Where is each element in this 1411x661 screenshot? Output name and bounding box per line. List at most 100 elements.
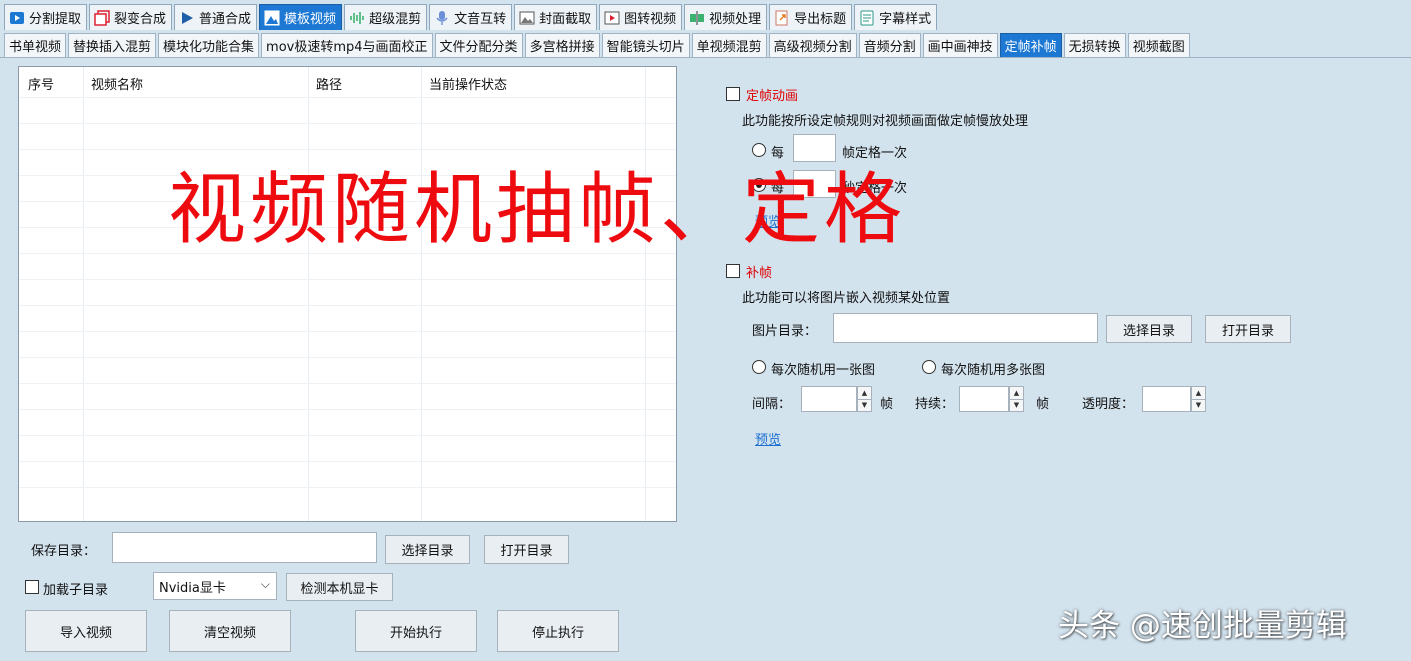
row-line bbox=[19, 435, 676, 436]
toutiao-watermark: 头条 @速创批量剪辑 bbox=[1058, 608, 1347, 644]
row-line bbox=[19, 331, 676, 332]
row-line bbox=[19, 123, 676, 124]
subtab-replace-insert-mix[interactable]: 替换插入混剪 bbox=[68, 33, 157, 57]
arrow-up-icon[interactable]: ▲ bbox=[858, 387, 871, 399]
interval-label: 间隔： bbox=[752, 397, 792, 412]
video-list-table[interactable]: 序号 视频名称 路径 当前操作状态 bbox=[18, 66, 677, 522]
tab-text-audio-convert[interactable]: 文音互转 bbox=[429, 4, 513, 30]
arrow-down-icon[interactable]: ▼ bbox=[858, 398, 871, 412]
tab-label: 导出标题 bbox=[794, 12, 847, 27]
subtab-smart-slice[interactable]: 智能镜头切片 bbox=[601, 33, 690, 57]
subtab-mov-to-mp4[interactable]: mov极速转mp4与画面校正 bbox=[261, 33, 433, 57]
column-divider bbox=[645, 67, 646, 521]
row-line bbox=[19, 487, 676, 488]
tab-video-process[interactable]: 视频处理 bbox=[684, 4, 768, 30]
tab-label: 字幕样式 bbox=[879, 12, 932, 27]
subtab-single-video-mix[interactable]: 单视频混剪 bbox=[691, 33, 767, 57]
row-line bbox=[19, 409, 676, 410]
tab-export-title[interactable]: 导出标题 bbox=[769, 4, 853, 30]
tab-label: 分割提取 bbox=[29, 12, 82, 27]
image-open-dir-button[interactable]: 打开目录 bbox=[1205, 315, 1291, 343]
detect-gpu-button[interactable]: 检测本机显卡 bbox=[286, 573, 393, 601]
red-caption-overlay: 视频随机抽帧、定格 bbox=[168, 165, 907, 255]
column-header-index[interactable]: 序号 bbox=[28, 74, 54, 93]
column-header-status[interactable]: 当前操作状态 bbox=[429, 74, 507, 93]
tab-subtitle-style[interactable]: 字幕样式 bbox=[854, 4, 938, 30]
random-one-image-radio[interactable] bbox=[752, 360, 766, 374]
subtab-file-distribution[interactable]: 文件分配分类 bbox=[434, 33, 523, 57]
arrow-up-icon[interactable]: ▲ bbox=[1010, 387, 1023, 399]
freeze-animation-label: 定帧动画 bbox=[746, 89, 799, 104]
load-subdirs-label: 加载子目录 bbox=[43, 583, 109, 598]
tab-label: 文音互转 bbox=[454, 12, 507, 27]
arrow-down-icon[interactable]: ▼ bbox=[1010, 398, 1023, 412]
export-doc-icon bbox=[774, 10, 790, 26]
main-tab-bar: 分割提取 裂变合成 普通合成 模板视频 超级混剪 文音互转 封面截取 图转视频 … bbox=[4, 4, 939, 30]
gpu-selected-value: Nvidia显卡 bbox=[159, 580, 226, 596]
freeze-per-frame-prefix: 每 bbox=[771, 146, 785, 161]
image-choose-dir-button[interactable]: 选择目录 bbox=[1106, 315, 1192, 343]
play-box-icon bbox=[9, 10, 25, 26]
microphone-icon bbox=[434, 10, 450, 26]
subtab-lossless-convert[interactable]: 无损转换 bbox=[1063, 33, 1126, 57]
freeze-per-frame-radio[interactable] bbox=[752, 143, 766, 157]
tab-image-to-video[interactable]: 图转视频 bbox=[599, 4, 683, 30]
tab-normal-compose[interactable]: 普通合成 bbox=[174, 4, 258, 30]
column-header-path[interactable]: 路径 bbox=[316, 74, 342, 93]
subtab-freeze-fill-frame[interactable]: 定帧补帧 bbox=[999, 33, 1062, 57]
table-header: 序号 视频名称 路径 当前操作状态 bbox=[19, 67, 676, 97]
duration-stepper[interactable]: ▲ ▼ bbox=[1009, 386, 1024, 412]
tab-template-video[interactable]: 模板视频 bbox=[259, 4, 343, 30]
gpu-select[interactable]: Nvidia显卡 ⌵ bbox=[153, 572, 277, 600]
save-open-dir-button[interactable]: 打开目录 bbox=[484, 535, 569, 564]
arrow-down-icon[interactable]: ▼ bbox=[1192, 398, 1205, 412]
arrow-up-icon[interactable]: ▲ bbox=[1192, 387, 1205, 399]
random-many-images-radio[interactable] bbox=[922, 360, 936, 374]
subtab-video-screenshot[interactable]: 视频截图 bbox=[1127, 33, 1190, 57]
image-dir-input[interactable] bbox=[833, 313, 1098, 343]
column-divider bbox=[421, 67, 422, 521]
opacity-stepper[interactable]: ▲ ▼ bbox=[1191, 386, 1206, 412]
column-header-video-name[interactable]: 视频名称 bbox=[91, 74, 143, 93]
random-one-image-label: 每次随机用一张图 bbox=[771, 363, 876, 378]
tab-fission-compose[interactable]: 裂变合成 bbox=[89, 4, 173, 30]
row-line bbox=[19, 97, 676, 98]
picture-icon bbox=[519, 10, 535, 26]
row-line bbox=[19, 279, 676, 280]
subtab-modular-collection[interactable]: 模块化功能合集 bbox=[158, 33, 260, 57]
tab-split-extract[interactable]: 分割提取 bbox=[4, 4, 88, 30]
duration-input[interactable] bbox=[959, 386, 1009, 412]
fill-frame-checkbox[interactable] bbox=[726, 264, 740, 278]
play-triangle-icon bbox=[179, 10, 195, 26]
save-choose-dir-button[interactable]: 选择目录 bbox=[385, 535, 470, 564]
tab-label: 视频处理 bbox=[709, 12, 762, 27]
subtab-booklist-video[interactable]: 书单视频 bbox=[4, 33, 67, 57]
freeze-animation-checkbox[interactable] bbox=[726, 87, 740, 101]
tab-cover-capture[interactable]: 封面截取 bbox=[514, 4, 598, 30]
import-video-button[interactable]: 导入视频 bbox=[25, 610, 147, 652]
interval-input[interactable] bbox=[801, 386, 857, 412]
row-line bbox=[19, 357, 676, 358]
tab-label: 模板视频 bbox=[284, 12, 337, 27]
interval-stepper[interactable]: ▲ ▼ bbox=[857, 386, 872, 412]
save-dir-input[interactable] bbox=[112, 532, 377, 563]
video-split-icon bbox=[689, 10, 705, 26]
interval-unit: 帧 bbox=[880, 397, 894, 412]
subtab-audio-split[interactable]: 音频分割 bbox=[858, 33, 921, 57]
freeze-frame-count-input[interactable] bbox=[793, 134, 836, 162]
stop-button[interactable]: 停止执行 bbox=[497, 610, 619, 652]
subtab-picture-in-picture[interactable]: 画中画神技 bbox=[922, 33, 998, 57]
load-subdirs-checkbox[interactable] bbox=[25, 580, 39, 594]
freeze-description: 此功能按所设定帧规则对视频画面做定帧慢放处理 bbox=[742, 114, 1029, 129]
clear-video-button[interactable]: 清空视频 bbox=[169, 610, 291, 652]
waveform-icon bbox=[349, 10, 365, 26]
tab-super-mix[interactable]: 超级混剪 bbox=[344, 4, 428, 30]
subtab-advanced-split[interactable]: 高级视频分割 bbox=[768, 33, 857, 57]
subtab-multi-grid[interactable]: 多宫格拼接 bbox=[524, 33, 600, 57]
image-dir-label: 图片目录： bbox=[752, 324, 818, 339]
opacity-input[interactable] bbox=[1142, 386, 1191, 412]
tab-label: 裂变合成 bbox=[114, 12, 167, 27]
duration-label: 持续： bbox=[915, 397, 955, 412]
fill-preview-link[interactable]: 预览 bbox=[755, 429, 781, 448]
start-button[interactable]: 开始执行 bbox=[355, 610, 477, 652]
